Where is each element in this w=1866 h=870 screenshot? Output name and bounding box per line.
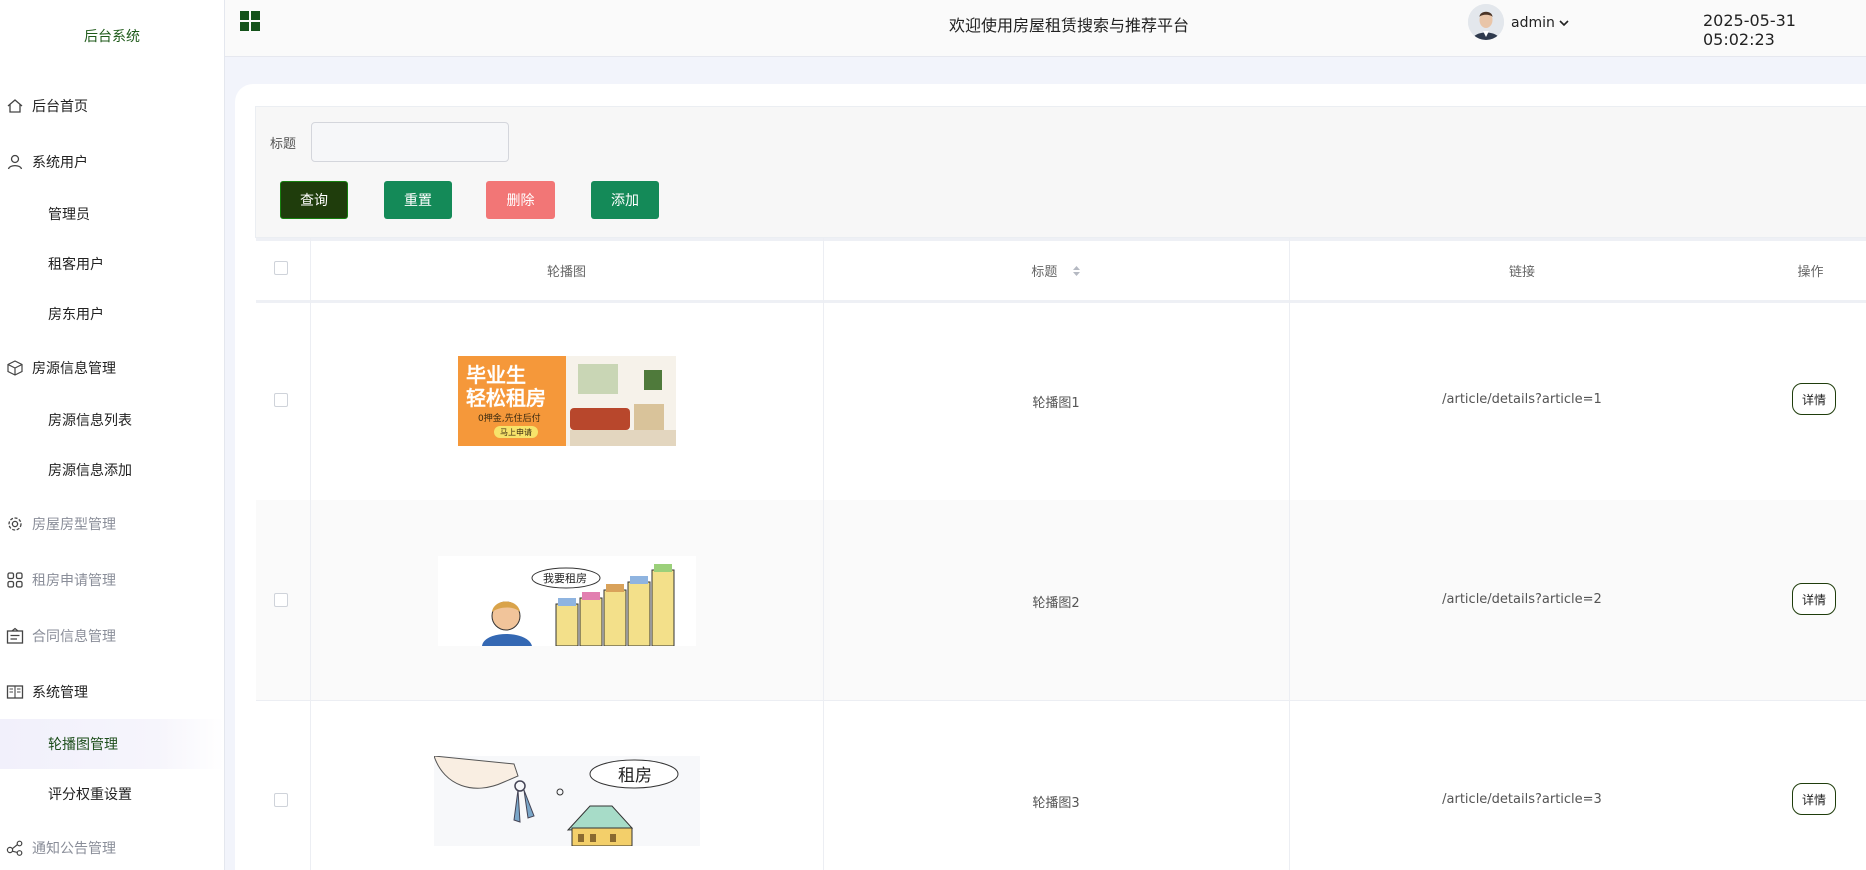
table-row: 我要租房 轮播图2 /article/details?article=2 详情	[256, 500, 1866, 701]
carousel-image-3: 租房	[434, 756, 700, 846]
sidebar-item-system-management[interactable]: 系统管理	[0, 664, 224, 720]
banner-text-1: 毕业生	[466, 363, 526, 387]
sidebar-item-rental-application[interactable]: 租房申请管理	[0, 552, 224, 608]
sidebar-item-listing-management[interactable]: 房源信息管理	[0, 340, 224, 396]
column-header-image: 轮播图	[546, 265, 586, 280]
banner-text-1: 我要租房	[543, 572, 587, 585]
sidebar-item-contract-management[interactable]: 合同信息管理	[0, 608, 224, 664]
column-header-actions: 操作	[1797, 265, 1824, 280]
table-row: 租房 轮播图3 /article/details?article=3 详情	[256, 700, 1866, 870]
add-button[interactable]: 添加	[591, 181, 659, 219]
menu-toggle-icon[interactable]	[240, 11, 260, 35]
row-title: 轮播图3	[1032, 796, 1080, 811]
title-search-input[interactable]	[311, 122, 509, 162]
sidebar-item-carousel-management[interactable]: 轮播图管理	[0, 719, 224, 769]
box-icon	[6, 359, 24, 377]
carousel-image-2: 我要租房	[438, 556, 696, 646]
column-divider	[823, 238, 824, 870]
sidebar-item-listing-add[interactable]: 房源信息添加	[0, 445, 224, 495]
column-header-link: 链接	[1508, 265, 1535, 280]
query-button[interactable]: 查询	[280, 181, 348, 219]
sidebar-item-label: 租房申请管理	[32, 573, 116, 589]
username: admin	[1511, 15, 1555, 31]
sidebar-item-room-type-management[interactable]: 房屋房型管理	[0, 496, 224, 552]
sidebar-item-label: 轮播图管理	[48, 737, 118, 753]
sidebar-item-label: 评分权重设置	[48, 787, 132, 803]
user-menu[interactable]: admin	[1511, 15, 1569, 31]
home-icon	[6, 97, 24, 115]
row-checkbox[interactable]	[274, 593, 288, 607]
avatar[interactable]	[1468, 4, 1504, 40]
book-icon	[6, 683, 24, 701]
column-divider	[310, 238, 311, 870]
reset-button[interactable]: 重置	[384, 181, 452, 219]
banner-text-1: 租房	[618, 766, 652, 786]
chevron-down-icon	[1559, 15, 1569, 31]
sidebar-item-label: 系统用户	[32, 155, 88, 171]
sidebar-item-tenant-users[interactable]: 租客用户	[0, 239, 224, 289]
sidebar-item-label: 租客用户	[48, 257, 104, 273]
sidebar-item-admin[interactable]: 管理员	[0, 189, 224, 239]
sidebar-item-label: 合同信息管理	[32, 629, 116, 645]
column-header-title[interactable]: 标题	[823, 261, 1289, 281]
share-icon	[6, 839, 24, 857]
row-link: /article/details?article=3	[1442, 792, 1602, 807]
sidebar-item-label: 房源信息添加	[48, 463, 132, 479]
sidebar-item-label: 房东用户	[48, 307, 104, 323]
sidebar-item-label: 房源信息列表	[48, 413, 132, 429]
sidebar-brand: 后台系统	[84, 29, 140, 45]
row-link: /article/details?article=1	[1442, 392, 1602, 407]
sign-icon	[6, 627, 24, 645]
top-header: 欢迎使用房屋租赁搜索与推荐平台 admin 2025-05-31 05:02:2…	[225, 0, 1866, 57]
sidebar-item-home[interactable]: 后台首页	[0, 78, 224, 134]
column-header-title-label: 标题	[1031, 265, 1058, 280]
sidebar-item-rating-weight[interactable]: 评分权重设置	[0, 769, 224, 819]
table-row: 毕业生 轻松租房 0押金,先住后付 马上申请 轮播图1 /article/det…	[256, 300, 1866, 501]
sidebar-item-label: 通知公告管理	[32, 841, 116, 857]
sidebar: 后台系统 后台首页 系统用户 管理员 租客用户 房东用户 房源信息管理 房源信息…	[0, 0, 225, 870]
sidebar-item-listing-list[interactable]: 房源信息列表	[0, 395, 224, 445]
table-header: 轮播图 标题 链接 操作	[256, 238, 1866, 303]
grid-icon	[6, 571, 24, 589]
carousel-image-1: 毕业生 轻松租房 0押金,先住后付 马上申请	[458, 356, 676, 446]
detail-button[interactable]: 详情	[1792, 783, 1836, 815]
search-label: 标题	[270, 137, 297, 152]
detail-button[interactable]: 详情	[1792, 583, 1836, 615]
banner-text-2: 轻松租房	[466, 386, 546, 410]
gear-icon	[6, 515, 24, 533]
user-icon	[6, 153, 24, 171]
row-title: 轮播图1	[1032, 396, 1080, 411]
banner-text-3: 0押金,先住后付	[478, 412, 541, 424]
select-all-checkbox[interactable]	[274, 261, 288, 275]
detail-button[interactable]: 详情	[1792, 383, 1836, 415]
sidebar-item-label: 后台首页	[32, 99, 88, 115]
sidebar-item-label: 系统管理	[32, 685, 88, 701]
row-checkbox[interactable]	[274, 393, 288, 407]
row-title: 轮播图2	[1032, 596, 1080, 611]
sidebar-item-label: 房屋房型管理	[32, 517, 116, 533]
sort-icon[interactable]	[1072, 265, 1081, 281]
datetime-display: 2025-05-31 05:02:23	[1703, 11, 1796, 49]
sidebar-item-label: 管理员	[48, 207, 90, 223]
sidebar-item-system-users[interactable]: 系统用户	[0, 134, 224, 190]
row-checkbox[interactable]	[274, 793, 288, 807]
sidebar-item-label: 房源信息管理	[32, 361, 116, 377]
page-title: 欢迎使用房屋租赁搜索与推荐平台	[949, 16, 1190, 35]
row-link: /article/details?article=2	[1442, 592, 1602, 607]
delete-button[interactable]: 删除	[486, 181, 555, 219]
sidebar-item-notice-management[interactable]: 通知公告管理	[0, 820, 224, 870]
column-divider	[1289, 238, 1290, 870]
banner-text-4: 马上申请	[500, 427, 532, 437]
sidebar-item-landlord-users[interactable]: 房东用户	[0, 289, 224, 339]
